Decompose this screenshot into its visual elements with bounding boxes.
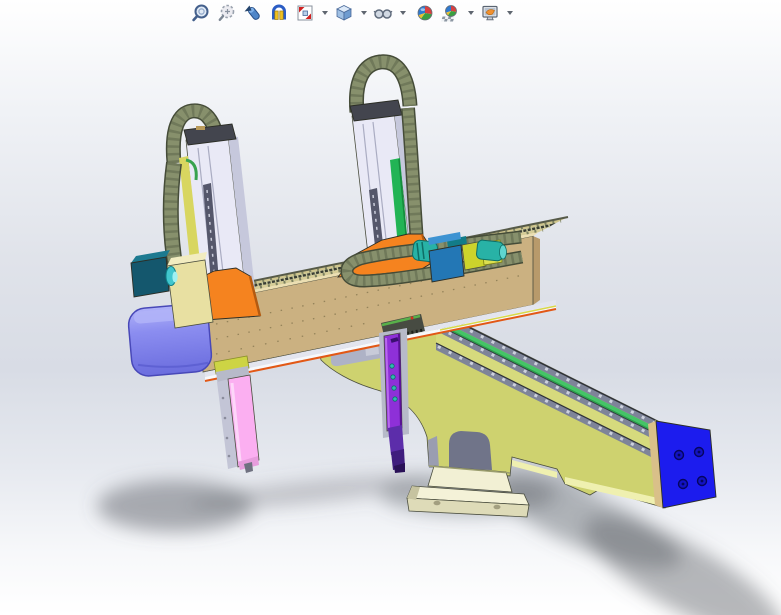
view-orientation-dropdown[interactable] [319,1,330,25]
cad-window [0,0,781,615]
view-settings-button[interactable] [478,1,502,25]
hide-show-items-dropdown[interactable] [397,1,408,25]
chevron-down-icon [321,11,328,15]
apply-scene-dropdown[interactable] [465,1,476,25]
apply-scene-icon [441,5,457,22]
display-style-dropdown[interactable] [358,1,369,25]
chevron-down-icon [399,11,406,15]
view-toolbar [189,1,515,25]
zoom-to-area-button[interactable] [215,1,239,25]
view-orientation-icon [297,5,313,21]
navy-motor-box [130,256,170,298]
hide-show-items-icon [373,9,393,19]
edit-appearance-icon [417,5,433,21]
view-settings-dropdown[interactable] [504,1,515,25]
section-view-button[interactable] [267,1,291,25]
frame-arch [449,431,492,470]
zoom-to-fit-button[interactable] [189,1,213,25]
hide-show-items-button[interactable] [371,1,395,25]
display-style-button[interactable] [332,1,356,25]
section-view-icon [272,4,286,20]
chevron-down-icon [467,11,474,15]
3d-viewport[interactable] [0,0,781,615]
zoom-in-out-icon [244,5,260,20]
zoom-in-out-button[interactable] [241,1,265,25]
zoom-to-area-icon [218,4,235,21]
view-settings-icon [482,5,498,21]
chevron-down-icon [506,11,513,15]
blue-motor-box [428,244,465,283]
blue-end-plate[interactable] [648,420,717,509]
apply-scene-button[interactable] [439,1,463,25]
display-style-icon [336,5,352,21]
view-orientation-button[interactable] [293,1,317,25]
cable-carrier-right-leg [401,107,424,243]
zoom-to-fit-icon [192,4,209,22]
edit-appearance-button[interactable] [413,1,437,25]
chevron-down-icon [360,11,367,15]
